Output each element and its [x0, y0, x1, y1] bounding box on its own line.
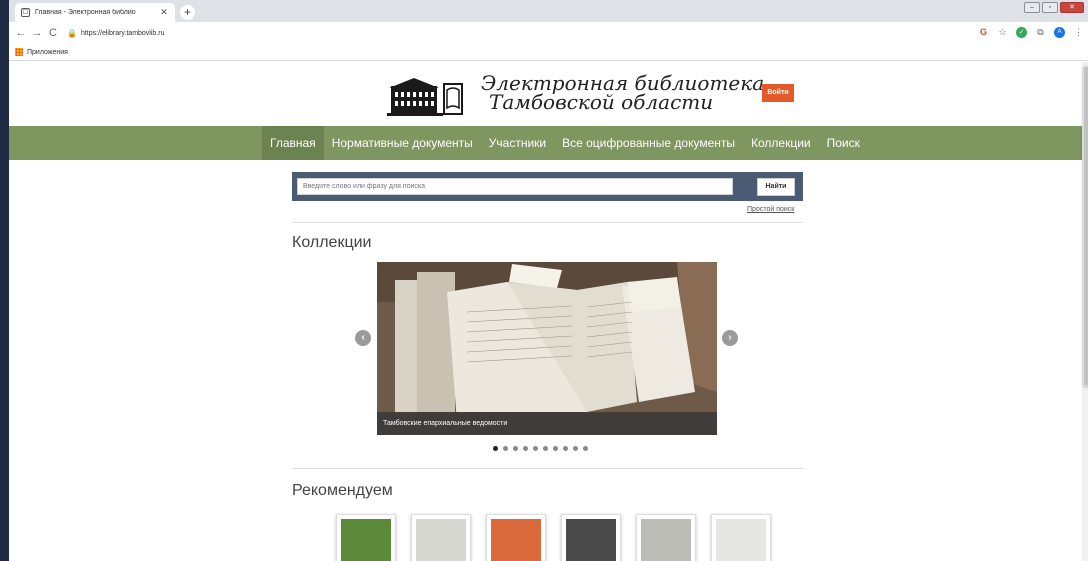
library-building-logo-icon[interactable] [387, 76, 467, 116]
recommend-item[interactable] [636, 514, 696, 561]
nav-item[interactable]: Поиск [819, 126, 868, 160]
site-logo-text[interactable]: Электронная библиотека Тамбовской област… [481, 73, 764, 114]
book-cover-image [341, 519, 391, 561]
bookmarks-bar: Приложения [9, 44, 1088, 61]
web-page: Электронная библиотека Тамбовской област… [9, 62, 1088, 561]
back-arrow-icon[interactable]: ← [13, 27, 29, 39]
bookmark-apps[interactable]: Приложения [27, 49, 68, 56]
minimize-button[interactable]: – [1024, 2, 1040, 13]
carousel-next-icon[interactable]: › [722, 330, 738, 346]
recommend-item[interactable] [336, 514, 396, 561]
recommend-title: Рекомендуем [292, 482, 393, 499]
slide-caption: Тамбовские епархиальные ведомости [377, 413, 717, 435]
tab-title: Главная - Электронная библио [35, 9, 136, 16]
collections-carousel[interactable]: Тамбовские епархиальные ведомости [377, 262, 717, 435]
tab-close-icon[interactable]: ✕ [159, 7, 169, 18]
window-controls: – ▫ ✕ [1024, 2, 1084, 13]
book-cover-image [641, 519, 691, 561]
extensions-area: G ☆ ✓ ⧉ A ⋮ [978, 27, 1084, 38]
slide-image [377, 262, 717, 435]
menu-dots-icon[interactable]: ⋮ [1073, 27, 1084, 38]
carousel-dot[interactable] [563, 446, 568, 451]
extension-puzzle-icon[interactable]: ⧉ [1035, 27, 1046, 38]
carousel-dot[interactable] [533, 446, 538, 451]
search-input[interactable] [297, 178, 733, 195]
extension-g-icon[interactable]: G [978, 27, 989, 38]
close-window-button[interactable]: ✕ [1060, 2, 1084, 13]
book-cover-image [566, 519, 616, 561]
book-cover-image [416, 519, 466, 561]
desktop-edge [0, 0, 9, 561]
bookmark-star-icon[interactable]: ☆ [997, 27, 1008, 38]
main-navigation: Главная Нормативные документы Участники Все… [9, 126, 1088, 160]
extension-check-icon[interactable]: ✓ [1016, 27, 1027, 38]
maximize-button[interactable]: ▫ [1042, 2, 1058, 13]
recommend-item[interactable] [711, 514, 771, 561]
carousel-dot[interactable] [523, 446, 528, 451]
search-panel: Найти [292, 172, 803, 201]
carousel-prev-icon[interactable]: ‹ [355, 330, 371, 346]
recommend-list [336, 514, 771, 561]
collections-title: Коллекции [292, 234, 372, 251]
reload-icon[interactable]: C [45, 27, 61, 39]
nav-item[interactable]: Все оцифрованные документы [554, 126, 743, 160]
browser-window: ☐ Главная - Электронная библио ✕ + – ▫ ✕… [9, 0, 1088, 561]
url-text: https://elibrary.tambovlib.ru [80, 29, 165, 37]
carousel-dot[interactable] [543, 446, 548, 451]
carousel-dot[interactable] [513, 446, 518, 451]
logo-line-2: Тамбовской области [489, 90, 714, 114]
carousel-dot[interactable] [573, 446, 578, 451]
browser-tab[interactable]: ☐ Главная - Электронная библио ✕ [15, 3, 175, 22]
login-button[interactable]: Войти [762, 84, 794, 102]
site-favicon-icon: ☐ [21, 8, 30, 17]
carousel-dot[interactable] [553, 446, 558, 451]
carousel-dot[interactable] [493, 446, 498, 451]
book-cover-image [716, 519, 766, 561]
divider [292, 222, 803, 223]
nav-item[interactable]: Коллекции [743, 126, 819, 160]
apps-grid-icon [15, 48, 23, 56]
recommend-item[interactable] [561, 514, 621, 561]
forward-arrow-icon[interactable]: → [29, 27, 45, 39]
carousel-dots [493, 446, 588, 451]
simple-search-link[interactable]: Простой поиск [747, 206, 794, 213]
lock-icon: 🔒 [67, 28, 77, 38]
carousel-dot[interactable] [583, 446, 588, 451]
tab-strip: ☐ Главная - Электронная библио ✕ + – ▫ ✕ [9, 0, 1088, 22]
profile-avatar-icon[interactable]: A [1054, 27, 1065, 38]
recommend-item[interactable] [486, 514, 546, 561]
new-tab-button[interactable]: + [180, 5, 195, 20]
nav-item[interactable]: Главная [262, 126, 324, 160]
site-header: Электронная библиотека Тамбовской област… [9, 62, 1088, 126]
recommend-item[interactable] [411, 514, 471, 561]
book-cover-image [491, 519, 541, 561]
nav-items: Главная Нормативные документы Участники Все… [262, 126, 868, 160]
page-scrollbar[interactable] [1082, 62, 1088, 561]
address-bar: ← → C 🔒 https://elibrary.tambovlib.ru G … [9, 22, 1088, 44]
url-field[interactable]: 🔒 https://elibrary.tambovlib.ru [67, 29, 164, 38]
scrollbar-thumb[interactable] [1083, 66, 1088, 386]
carousel-dot[interactable] [503, 446, 508, 451]
search-button[interactable]: Найти [757, 177, 795, 196]
divider [292, 468, 803, 469]
nav-item[interactable]: Нормативные документы [324, 126, 481, 160]
nav-item[interactable]: Участники [481, 126, 554, 160]
